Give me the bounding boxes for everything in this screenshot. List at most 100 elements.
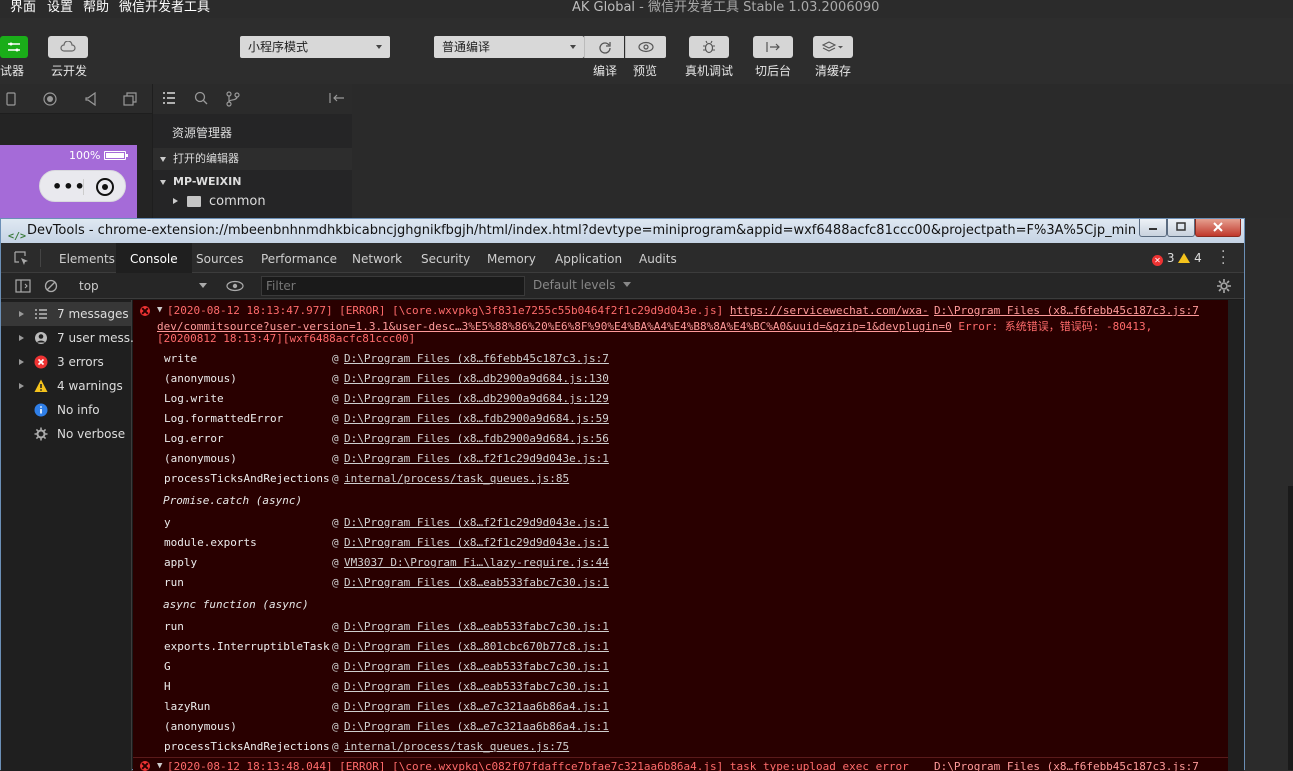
- error-source-link[interactable]: D:\Program Files (x8…f6febb45c187c3.js:7: [934, 760, 1199, 771]
- compile-button[interactable]: [584, 36, 624, 58]
- stack-frame-source-link[interactable]: D:\Program Files (x8…eab533fabc7c30.js:1: [344, 680, 609, 693]
- maximize-button[interactable]: [1167, 219, 1195, 237]
- log-levels-select[interactable]: Default levels: [533, 278, 632, 292]
- stack-frame-source-link[interactable]: D:\Program Files (x8…801cbc670b77c8.js:1: [344, 640, 609, 653]
- console-filter-input[interactable]: [261, 276, 525, 296]
- stack-frame-source-link[interactable]: D:\Program Files (x8…eab533fabc7c30.js:1: [344, 620, 609, 633]
- device-debug-button[interactable]: [689, 36, 729, 58]
- mode-select[interactable]: 小程序模式: [240, 36, 390, 58]
- stack-frame-source-link[interactable]: internal/process/task_queues.js:85: [344, 472, 569, 485]
- tab-application[interactable]: Application: [555, 243, 622, 273]
- console-output: ▼ [2020-08-12 18:13:47.977] [ERROR] [\co…: [133, 300, 1228, 771]
- error-timestamp: [20200812 18:13:47][wxf6488acfc81ccc00]: [157, 332, 416, 345]
- tab-elements[interactable]: Elements: [59, 243, 115, 273]
- menu-item-help[interactable]: 帮助: [83, 0, 109, 16]
- menu-item-devtools[interactable]: 微信开发者工具: [119, 0, 210, 16]
- preview-button[interactable]: [625, 36, 666, 58]
- compile-mode-value: 普通编译: [442, 40, 491, 54]
- background-button[interactable]: [753, 36, 793, 58]
- stack-frame-source-link[interactable]: D:\Program Files (x8…db2900a9d684.js:130: [344, 372, 609, 385]
- tab-network[interactable]: Network: [352, 243, 402, 273]
- collapse-panel-icon[interactable]: [329, 92, 345, 104]
- editor-area: [352, 84, 1293, 218]
- stack-frame-source-link[interactable]: D:\Program Files (x8…f2f1c29d9d043e.js:1: [344, 536, 609, 549]
- sidebar-item-warnings[interactable]: 4 warnings: [1, 374, 131, 398]
- right-gutter: [1245, 218, 1293, 770]
- explorer-toolbar: [152, 84, 352, 114]
- simulator-toggle-button[interactable]: [0, 36, 28, 58]
- files-icon[interactable]: [162, 92, 176, 104]
- gear-icon[interactable]: [1216, 278, 1232, 294]
- tab-security[interactable]: Security: [421, 243, 470, 273]
- stack-frame-source-link[interactable]: D:\Program Files (x8…e7c321aa6b86a4.js:1: [344, 720, 609, 733]
- sidebar-toggle-icon[interactable]: [15, 279, 31, 293]
- sidebar-item-messages[interactable]: 7 messages: [1, 302, 131, 326]
- error-link[interactable]: https://servicewechat.com/wxa-: [730, 304, 929, 317]
- stack-frame-source-link[interactable]: D:\Program Files (x8…fdb2900a9d684.js:59: [344, 412, 609, 425]
- copy-window-icon[interactable]: [123, 92, 137, 106]
- menu-item-view[interactable]: 界面: [10, 0, 36, 16]
- stack-frame-function: exports.InterruptibleTask: [164, 640, 330, 653]
- sidebar-item-user-messages[interactable]: 7 user mess...: [1, 326, 141, 350]
- app-subtitle: - 微信开发者工具 Stable 1.03.2006090: [635, 0, 880, 15]
- menu-item-settings[interactable]: 设置: [47, 0, 73, 16]
- search-icon[interactable]: [194, 91, 208, 105]
- cloud-dev-button[interactable]: [48, 36, 88, 58]
- refresh-icon: [598, 42, 611, 54]
- at-symbol: @: [332, 680, 339, 693]
- tab-console[interactable]: Console: [116, 243, 192, 273]
- compile-mode-select[interactable]: 普通编译: [434, 36, 584, 58]
- sidebar-item-label: 4 warnings: [57, 379, 123, 393]
- project-section[interactable]: MP-WEIXIN: [153, 171, 353, 193]
- devtools-tabbar: Elements Console Sources Performance Net…: [1, 243, 1244, 273]
- stack-frame-source-link[interactable]: D:\Program Files (x8…f6febb45c187c3.js:7: [344, 352, 609, 365]
- source-control-icon[interactable]: [226, 91, 240, 107]
- tab-memory[interactable]: Memory: [487, 243, 536, 273]
- stack-frame-source-link[interactable]: D:\Program Files (x8…db2900a9d684.js:129: [344, 392, 609, 405]
- tab-audits[interactable]: Audits: [639, 243, 677, 273]
- stack-frame-function: processTicksAndRejections: [164, 472, 330, 485]
- live-expression-eye-icon[interactable]: [226, 280, 244, 292]
- stack-frame-source-link[interactable]: D:\Program Files (x8…eab533fabc7c30.js:1: [344, 660, 609, 673]
- stack-frame-source-link[interactable]: internal/process/task_queues.js:75: [344, 740, 569, 753]
- minimize-button[interactable]: [1139, 219, 1167, 237]
- tab-performance[interactable]: Performance: [261, 243, 337, 273]
- open-editors-section[interactable]: 打开的编辑器: [153, 148, 353, 170]
- expand-triangle-icon[interactable]: ▼: [157, 305, 162, 315]
- sidebar-item-verbose[interactable]: No verbose: [1, 422, 131, 446]
- inspect-element-icon[interactable]: [14, 251, 30, 265]
- stack-frame-source-link[interactable]: D:\Program Files (x8…fdb2900a9d684.js:56: [344, 432, 609, 445]
- sidebar-item-errors[interactable]: 3 errors: [1, 350, 131, 374]
- stack-frame-source-link[interactable]: VM3037 D:\Program Fi…\lazy-require.js:44: [344, 556, 609, 569]
- clear-console-icon[interactable]: [44, 279, 58, 293]
- more-vertical-icon[interactable]: · · ·: [1221, 245, 1225, 271]
- context-select[interactable]: top: [69, 277, 209, 295]
- close-miniprogram-icon[interactable]: [96, 178, 114, 196]
- error-source-link[interactable]: D:\Program Files (x8…f6febb45c187c3.js:7: [934, 304, 1199, 317]
- switch-background-icon: [766, 42, 780, 52]
- stack-frame-source-link[interactable]: D:\Program Files (x8…f2f1c29d9d043e.js:1: [344, 452, 609, 465]
- error-icon: ✕: [1152, 255, 1163, 266]
- record-icon[interactable]: [43, 92, 57, 106]
- stack-frame-source-link[interactable]: D:\Program Files (x8…e7c321aa6b86a4.js:1: [344, 700, 609, 713]
- sidebar-item-label: No info: [57, 403, 100, 417]
- layers-icon: [822, 41, 843, 52]
- close-button[interactable]: [1195, 219, 1241, 237]
- at-symbol: @: [332, 576, 339, 589]
- console-error-message[interactable]: [2020-08-12 18:13:47.977] [ERROR] [\core…: [167, 304, 929, 317]
- stack-frame-source-link[interactable]: D:\Program Files (x8…eab533fabc7c30.js:1: [344, 576, 609, 589]
- clear-cache-button[interactable]: [813, 36, 853, 58]
- console-scrollbar[interactable]: [1228, 300, 1244, 771]
- phone-icon[interactable]: [6, 92, 16, 106]
- tab-sources[interactable]: Sources: [196, 243, 243, 273]
- stack-frame-source-link[interactable]: D:\Program Files (x8…f2f1c29d9d043e.js:1: [344, 516, 609, 529]
- more-icon[interactable]: •••: [52, 177, 86, 196]
- issue-counts[interactable]: ✕ 3 4: [1152, 251, 1202, 266]
- context-value: top: [79, 279, 99, 293]
- preview-label: 预览: [633, 64, 658, 78]
- at-symbol: @: [332, 412, 339, 425]
- sidebar-item-info[interactable]: No info: [1, 398, 131, 422]
- volume-icon[interactable]: [85, 92, 97, 106]
- console-error-message[interactable]: [2020-08-12 18:13:48.044] [ERROR] [\core…: [167, 760, 909, 771]
- chevron-down-icon: [199, 283, 207, 288]
